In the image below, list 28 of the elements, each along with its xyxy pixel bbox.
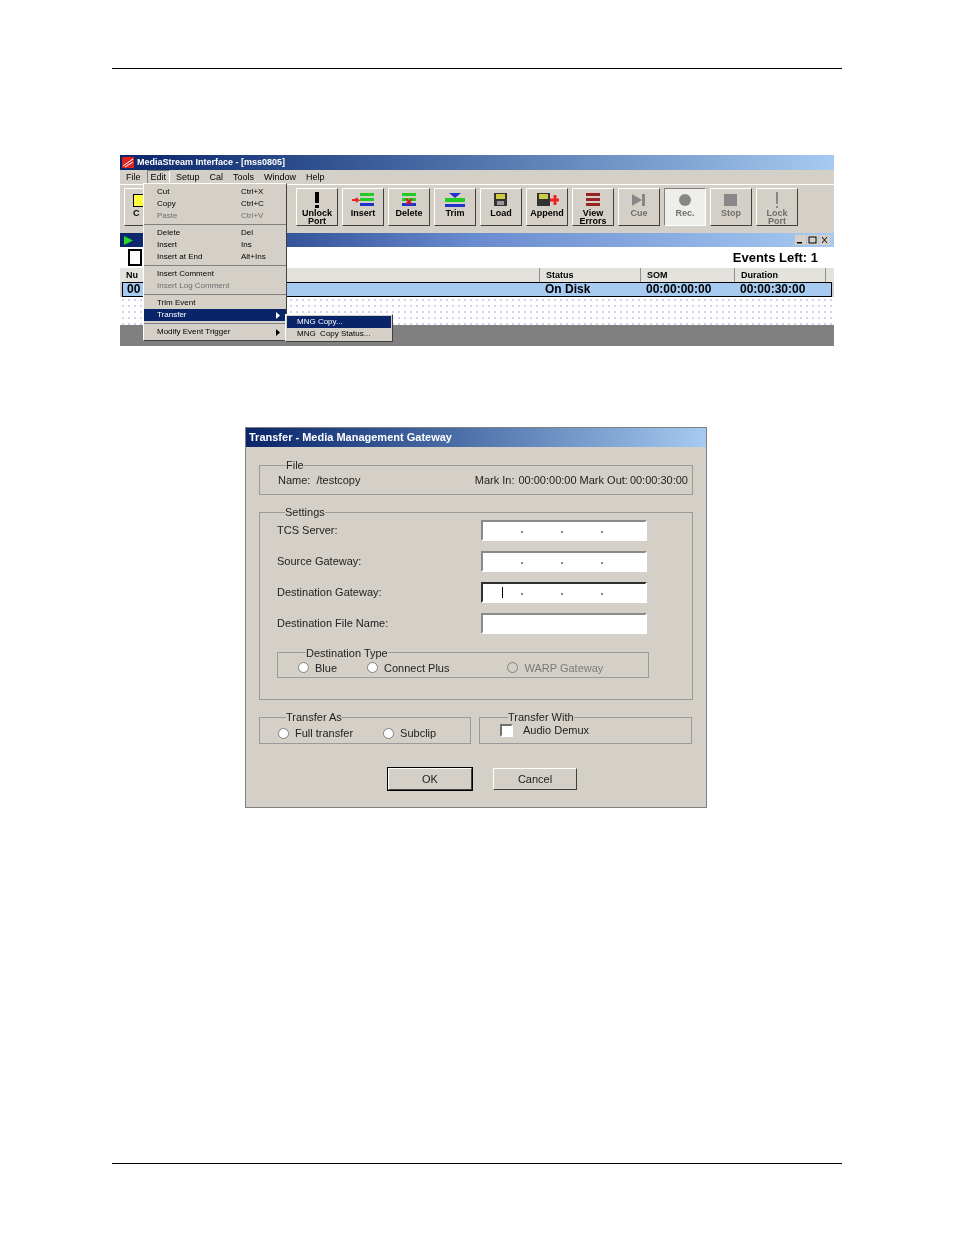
field-label: Mark Out:: [579, 472, 628, 488]
table-cell-text: 00: [126, 283, 142, 296]
group-label: Transfer As: [286, 710, 342, 725]
radio-label: Subclip: [400, 726, 437, 741]
mark-in-time: 00:00:00:00: [518, 472, 577, 488]
radio-label: Connect Plus: [384, 660, 450, 676]
table-cell-text: 00:00:00:00: [645, 283, 713, 296]
window-title: MediaStream Interface - [mss0805]: [137, 158, 286, 167]
field-label: Source Gateway:: [277, 553, 363, 569]
table-cell-text: 00:00:30:00: [739, 283, 807, 296]
field-label: Mark In:: [474, 472, 515, 488]
mark-out-time: 00:00:30:00: [629, 472, 688, 488]
radio-label: Blue: [315, 660, 338, 676]
radio-label: Full transfer: [295, 726, 354, 741]
field-label: TCS Server:: [277, 522, 339, 538]
table-cell-text: On Disk: [544, 283, 592, 296]
field-label: Destination File Name:: [277, 615, 390, 631]
file-name: /testcopy: [316, 472, 361, 488]
group-label: Settings: [285, 505, 325, 520]
field-label: Name:: [278, 472, 311, 488]
group-label: Destination Type: [306, 645, 388, 661]
group-label: Transfer With: [508, 710, 574, 725]
group-label: File: [286, 458, 304, 473]
dialog-title: Transfer - Media Management Gateway: [249, 430, 452, 446]
field-label: Destination Gateway:: [277, 584, 383, 600]
events-left-count: Events Left: 1: [732, 248, 818, 267]
checkbox-label: Audio Demux: [523, 723, 590, 738]
radio-label: WARP Gateway: [524, 660, 604, 676]
